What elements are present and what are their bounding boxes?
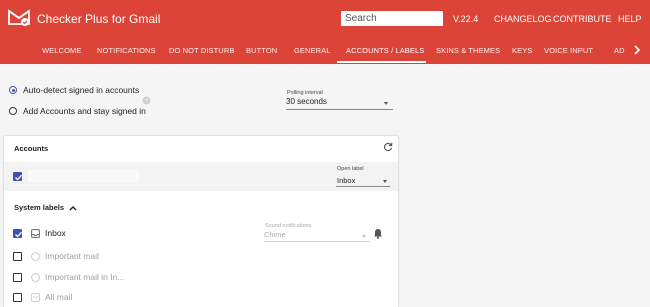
inbox-icon — [31, 229, 40, 238]
app-header: Checker Plus for Gmail V.22.4 CHANGELOG … — [0, 0, 650, 38]
accounts-card: Accounts Open label Inbox System labels — [4, 136, 398, 307]
all-mail-icon — [31, 293, 40, 302]
bell-icon[interactable] — [373, 228, 383, 239]
contribute-link[interactable]: CONTRIBUTE — [553, 14, 612, 24]
open-label-caption: Open label — [337, 166, 364, 172]
sound-notifications-select[interactable]: Chime — [264, 229, 370, 242]
app-title: Checker Plus for Gmail — [37, 12, 161, 26]
add-accounts-radio[interactable] — [9, 107, 17, 115]
tab-welcome[interactable]: WELCOME — [42, 46, 81, 55]
important-icon — [31, 273, 40, 282]
refresh-icon[interactable] — [383, 142, 393, 152]
tab-accounts-labels[interactable]: ACCOUNTS / LABELS — [346, 46, 424, 55]
label-checkbox-inbox[interactable] — [13, 229, 23, 238]
dropdown-arrow-icon — [383, 180, 387, 183]
system-labels-header[interactable]: System labels — [14, 203, 77, 212]
tab-button[interactable]: BUTTON — [246, 46, 277, 55]
label-name-important: Important mail — [45, 251, 99, 261]
label-checkbox-important-inbox[interactable] — [13, 273, 22, 282]
system-labels-title: System labels — [14, 203, 65, 212]
add-accounts-option[interactable]: Add Accounts and stay signed in — [9, 106, 146, 116]
accounts-title: Accounts — [14, 144, 49, 153]
active-tab-indicator — [337, 61, 426, 63]
tab-keys[interactable]: KEYS — [512, 46, 532, 55]
help-link[interactable]: HELP — [618, 14, 642, 24]
polling-interval-select[interactable]: 30 seconds — [286, 96, 393, 110]
important-icon — [31, 252, 40, 261]
label-row-important-inbox: Important mail in In... — [4, 266, 398, 286]
label-row-all-mail: All mail — [4, 287, 398, 307]
auto-detect-radio[interactable] — [9, 86, 17, 94]
chevron-right-icon[interactable] — [630, 43, 644, 57]
sound-notifications-value: Chime — [264, 230, 286, 239]
search-input[interactable] — [341, 11, 443, 26]
auto-detect-label: Auto-detect signed in accounts — [23, 85, 140, 95]
account-email — [28, 170, 138, 182]
version-label[interactable]: V.22.4 — [453, 14, 478, 24]
account-checkbox[interactable] — [13, 172, 23, 181]
polling-interval-value: 30 seconds — [286, 97, 327, 106]
label-row-important: Important mail — [4, 245, 398, 265]
label-name-inbox: Inbox — [45, 228, 66, 238]
changelog-link[interactable]: CHANGELOG — [494, 14, 552, 24]
tab-do-not-disturb[interactable]: DO NOT DISTURB — [169, 46, 234, 55]
tab-voice-input[interactable]: VOICE INPUT — [544, 46, 593, 55]
dropdown-arrow-icon — [384, 102, 388, 105]
dropdown-arrow-icon — [362, 235, 366, 238]
help-circle-icon[interactable]: ? — [142, 96, 151, 105]
label-checkbox-important[interactable] — [13, 252, 22, 261]
tab-skins-themes[interactable]: SKINS & THEMES — [436, 46, 500, 55]
label-checkbox-all-mail[interactable] — [13, 293, 22, 302]
chevron-up-icon — [69, 205, 77, 210]
label-name-important-inbox: Important mail in In... — [45, 272, 125, 282]
checkmark-icon — [15, 174, 23, 181]
tab-ad[interactable]: AD — [614, 46, 625, 55]
open-label-select[interactable]: Inbox — [336, 173, 390, 187]
checkmark-icon — [15, 231, 23, 238]
label-name-all-mail: All mail — [45, 292, 73, 302]
auto-detect-option[interactable]: Auto-detect signed in accounts — [9, 85, 139, 95]
tab-general[interactable]: GENERAL — [294, 46, 331, 55]
nav-tabs: WELCOME NOTIFICATIONS DO NOT DISTURB BUT… — [0, 38, 650, 64]
envelope-check-icon[interactable] — [8, 9, 30, 27]
add-accounts-label: Add Accounts and stay signed in — [23, 106, 146, 116]
open-label-value: Inbox — [337, 176, 356, 185]
tab-notifications[interactable]: NOTIFICATIONS — [97, 46, 156, 55]
